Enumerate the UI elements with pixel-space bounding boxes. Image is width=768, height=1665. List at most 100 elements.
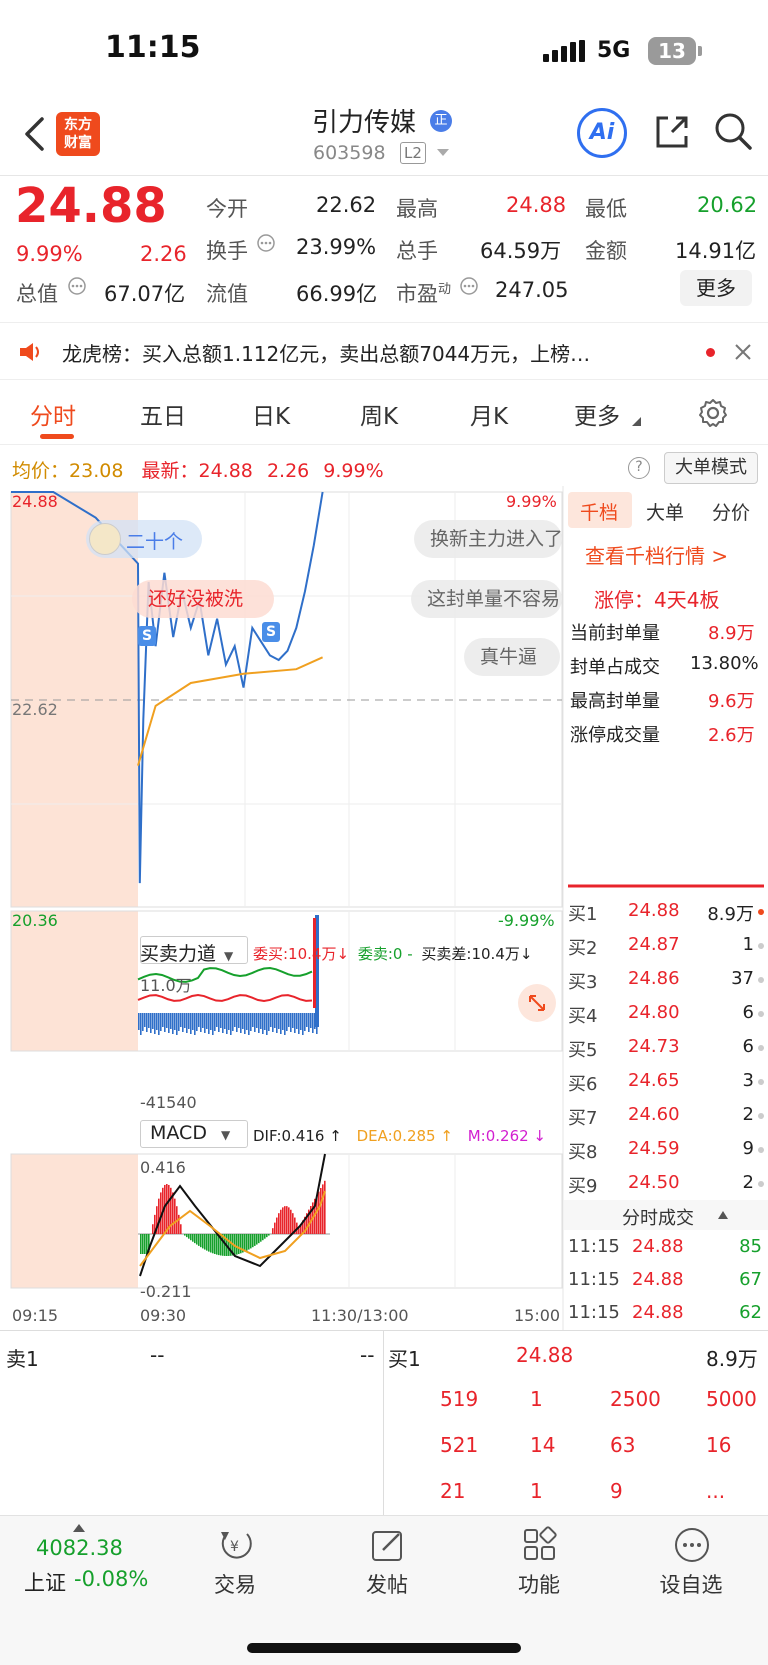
help-icon[interactable]: ? <box>628 457 650 479</box>
ai-assistant-button[interactable]: Ai <box>577 108 627 158</box>
bid-row[interactable]: 买2 24.87 1 <box>568 934 764 968</box>
ticks-header[interactable]: 分时成交 <box>622 1204 694 1230</box>
buy1-price: 24.88 <box>516 1343 574 1367</box>
more-button[interactable]: 更多 <box>680 270 752 306</box>
power-bar <box>178 1013 180 1031</box>
power-bar <box>302 1013 304 1035</box>
bid-volume: 6 <box>742 1036 754 1057</box>
bid-dot <box>758 1113 764 1119</box>
share-icon[interactable] <box>652 112 692 152</box>
tab-intraday[interactable]: 分时 <box>30 397 76 431</box>
macd-bar <box>212 1234 214 1254</box>
stock-name: 引力传媒 <box>312 108 417 138</box>
settings-gear-icon[interactable] <box>697 397 729 429</box>
power-bar <box>244 1013 246 1034</box>
danmaku-bubble[interactable]: 换新主力进入了 <box>414 520 562 558</box>
premarket-shade-macd <box>11 1154 138 1288</box>
notice-bar[interactable]: 龙虎榜：买入总额1.112亿元，卖出总额7044万元，上榜… <box>0 322 768 380</box>
home-indicator <box>247 1643 521 1653</box>
expand-button[interactable] <box>518 984 556 1022</box>
tab-weekly-k[interactable]: 周K <box>360 397 398 431</box>
macd-bar <box>292 1213 294 1234</box>
power-bar <box>150 1013 152 1033</box>
bid-row[interactable]: 买6 24.65 3 <box>568 1070 764 1104</box>
power-bar <box>190 1013 192 1034</box>
trade-icon: ¥ <box>221 1532 252 1559</box>
power-bar <box>234 1013 236 1027</box>
chevron-down-icon[interactable] <box>436 148 450 158</box>
tab-price-distribution[interactable]: 分价 <box>712 498 750 525</box>
tab-daily-k[interactable]: 日K <box>252 397 290 431</box>
danmaku-bubble[interactable]: 真牛逼 <box>464 638 560 676</box>
back-icon[interactable] <box>22 116 46 152</box>
index-change[interactable]: -0.08% <box>74 1567 148 1591</box>
power-bar <box>216 1013 218 1027</box>
close-icon[interactable] <box>734 343 752 361</box>
power-bar <box>204 1013 206 1033</box>
search-icon[interactable] <box>712 110 754 152</box>
macd-bar <box>250 1234 252 1249</box>
macd-selector[interactable]: MACD ▼ <box>150 1122 230 1144</box>
tab-thousand-level[interactable]: 千档 <box>580 498 618 525</box>
index-value[interactable]: 4082.38 <box>36 1536 123 1560</box>
more-circle-icon <box>675 1528 709 1562</box>
macd-bar <box>158 1198 160 1234</box>
more-dots-icon[interactable] <box>67 276 87 296</box>
amount-value: 14.91亿 <box>675 239 757 263</box>
macd-bar <box>272 1228 274 1234</box>
danmaku-bubble[interactable]: 还好没被洗 <box>132 580 274 618</box>
more-dots-icon[interactable] <box>256 233 276 253</box>
tab-more[interactable]: 更多 <box>574 397 620 431</box>
power-selector-box[interactable] <box>140 936 248 964</box>
bid-row[interactable]: 买5 24.73 6 <box>568 1036 764 1070</box>
macd-bar <box>264 1234 266 1239</box>
power-bar <box>172 1013 174 1034</box>
danmaku-bubble[interactable]: 二十个 <box>86 520 202 558</box>
chevron-up-icon[interactable] <box>73 1524 85 1532</box>
tab-big-order[interactable]: 大单 <box>646 498 684 525</box>
buy1-label: 买1 <box>388 1347 421 1371</box>
high-value: 24.88 <box>506 193 567 217</box>
queue-cell: 21 <box>440 1479 466 1503</box>
bid-row[interactable]: 买7 24.60 2 <box>568 1104 764 1138</box>
tab-monthly-k[interactable]: 月K <box>470 397 508 431</box>
power-bar <box>298 1013 300 1034</box>
edit-icon <box>372 1531 402 1561</box>
macd-bar <box>204 1234 206 1250</box>
macd-bar <box>206 1234 208 1251</box>
power-bar <box>304 1013 306 1031</box>
level2-badge[interactable]: L2 <box>400 142 426 164</box>
view-thousand-level-link[interactable]: 查看千档行情 > <box>585 540 728 569</box>
big-order-mode-button[interactable]: 大单模式 <box>664 452 758 484</box>
bid-row[interactable]: 买3 24.86 37 <box>568 968 764 1002</box>
sell-marker[interactable]: S <box>138 626 156 646</box>
low-value: 20.62 <box>697 193 758 217</box>
danmaku-bubble[interactable]: 这封单量不容易 <box>411 580 562 618</box>
stock-header: 东方 财富 引力传媒 正 603598 L2 Ai <box>0 96 768 176</box>
bid-row[interactable]: 买1 24.88 8.9万 <box>568 900 764 934</box>
more-dots-icon[interactable] <box>459 276 479 296</box>
power-bar <box>186 1013 188 1033</box>
power-bar <box>300 1013 302 1030</box>
chevron-up-icon[interactable] <box>718 1211 728 1219</box>
power-bar <box>260 1013 262 1029</box>
turnover-value: 23.99% <box>296 235 377 259</box>
buy1-volume: 8.9万 <box>706 1347 758 1371</box>
bid-volume: 8.9万 <box>707 904 754 925</box>
macd-bar <box>280 1209 282 1234</box>
sell-marker[interactable]: S <box>262 622 280 642</box>
bid-row[interactable]: 买8 24.59 9 <box>568 1138 764 1172</box>
market-cap: 67.07亿 <box>104 282 186 306</box>
macd-bar <box>166 1184 168 1234</box>
status-bar: 11:15 5G 13 <box>0 0 768 96</box>
app-logo[interactable]: 东方 财富 <box>56 112 100 156</box>
bid-dot <box>758 909 764 915</box>
queue-cell: 2500 <box>610 1387 661 1411</box>
bid-row[interactable]: 买4 24.80 6 <box>568 1002 764 1036</box>
stock-code: 603598 <box>313 142 386 164</box>
active-tab-indicator <box>40 434 74 439</box>
index-name[interactable]: 上证 <box>24 1567 66 1597</box>
tab-five-day[interactable]: 五日 <box>140 397 186 431</box>
power-bar <box>284 1013 286 1035</box>
macd-bar <box>256 1234 258 1245</box>
